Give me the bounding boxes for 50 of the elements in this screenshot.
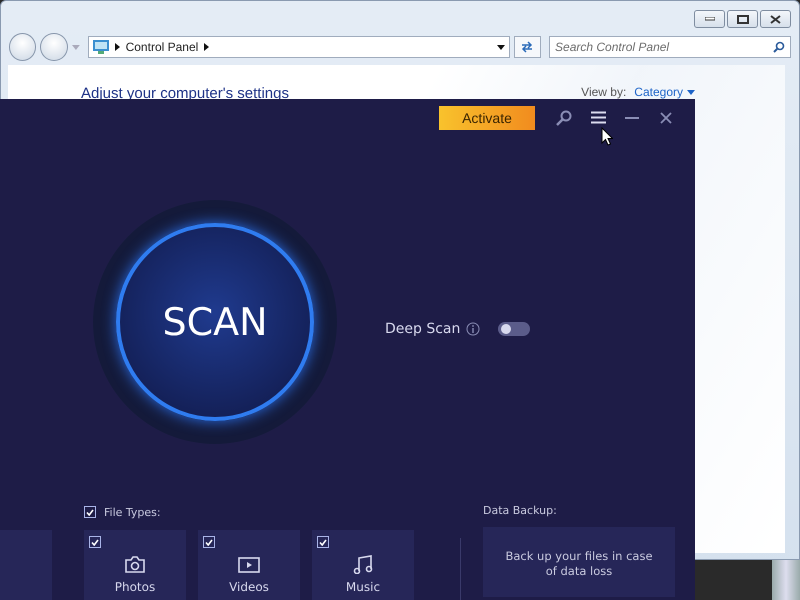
restore-icon [736,14,748,24]
checkbox[interactable] [89,536,101,548]
info-icon[interactable] [466,322,480,336]
file-type-card[interactable]: Music [312,530,414,600]
play-icon [238,554,260,574]
maximize-button[interactable] [727,10,758,28]
file-type-label: Music [346,580,380,594]
music-note-icon [352,554,374,574]
scrollbar[interactable] [772,560,800,600]
minimize-button[interactable] [694,10,725,28]
dropdown-icon[interactable] [496,44,505,50]
deep-scan-label: Deep Scan [385,321,460,337]
file-type-label: Videos [229,580,269,594]
forward-button[interactable] [40,33,68,61]
arrow-icon [114,43,120,51]
camera-icon [124,554,146,574]
close-button[interactable] [760,10,791,28]
close-icon[interactable] [660,112,672,124]
page-heading: Adjust your computer's settings [81,85,289,102]
address-bar[interactable]: Control Panel [88,36,510,58]
file-type-card[interactable]: Videos [198,530,300,600]
refresh-icon [520,41,534,53]
checkbox[interactable] [84,506,96,518]
checkbox[interactable] [203,536,215,548]
control-panel-icon [92,40,109,54]
refresh-button[interactable] [514,36,542,58]
deep-scan-toggle[interactable] [498,322,530,336]
activate-button[interactable]: Activate [439,106,535,130]
search-field[interactable]: Search Control Panel [549,36,792,58]
scan-button[interactable]: SCAN [93,200,337,444]
search-icon[interactable] [556,110,572,126]
cursor-icon [601,127,613,146]
minimize-icon [704,17,714,21]
data-backup-description: Back up your files in case of data loss [504,549,654,580]
file-types-label: File Types: [104,506,161,518]
arrow-icon [204,43,210,51]
checkbox[interactable] [317,536,329,548]
search-icon[interactable] [773,41,786,53]
data-backup-label: Data Backup: [483,504,558,517]
file-type-card[interactable]: Photos [84,530,186,600]
breadcrumb-item[interactable]: Control Panel [126,40,198,54]
back-button[interactable] [9,33,36,61]
file-type-label: Photos [114,580,156,594]
view-by-label: View by: [581,85,626,99]
menu-icon[interactable] [590,111,606,124]
minimize-icon[interactable] [625,116,639,118]
view-by-dropdown[interactable]: Category [634,85,695,99]
close-icon [770,14,781,24]
data-backup-card[interactable]: Back up your files in case of data loss [483,527,675,597]
dropdown-icon [687,90,695,94]
